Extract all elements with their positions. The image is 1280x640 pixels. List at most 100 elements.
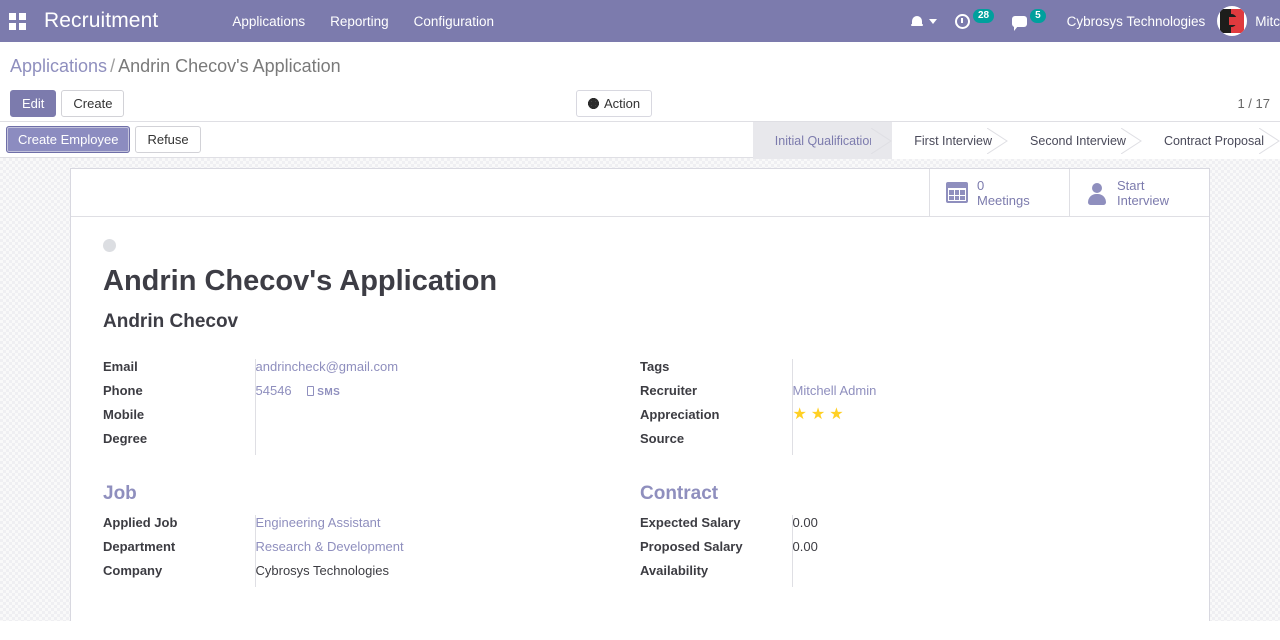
value-department-cell: Research & Development [254, 538, 640, 563]
phone-value[interactable]: 54546 [256, 383, 292, 398]
messaging-button[interactable]: 5 [1003, 0, 1055, 42]
label-availability: Availability [640, 562, 709, 578]
activity-count-badge: 28 [972, 9, 995, 23]
department-value[interactable]: Research & Development [256, 539, 404, 554]
mobile-icon [307, 385, 315, 396]
company-switcher[interactable]: Cybrosys Technologies [1055, 14, 1218, 29]
field-row-proposed-salary: Proposed Salary 0.00 [640, 538, 1177, 563]
star-icon[interactable]: ★ [829, 406, 843, 423]
applied-job-value[interactable]: Engineering Assistant [256, 515, 381, 530]
form-background: 0 Meetings Start Interview Andrin Checov… [0, 158, 1280, 621]
field-row-appreciation: Appreciation ★ ★ ★ [640, 406, 1177, 431]
label-source: Source [640, 430, 685, 446]
field-row-applied-job: Applied Job Engineering Assistant [103, 514, 640, 539]
value-source[interactable] [791, 430, 1177, 455]
breadcrumb-applications-link[interactable]: Applications [10, 56, 107, 76]
apps-menu-button[interactable] [0, 0, 34, 42]
label-degree: Degree [103, 430, 148, 446]
stage-label: Initial Qualification [774, 133, 877, 148]
stage-pipeline: Initial Qualification First Interview Se… [752, 122, 1280, 159]
meetings-smart-button[interactable]: 0 Meetings [929, 169, 1069, 216]
activities-button[interactable]: 28 [946, 0, 1003, 42]
kanban-state-dot[interactable] [103, 239, 116, 252]
partner-name: Andrin Checov [103, 310, 239, 332]
star-icon[interactable]: ★ [811, 406, 825, 423]
start-interview-line2: Interview [1117, 192, 1170, 208]
label-proposed-salary: Proposed Salary [640, 538, 743, 554]
stage-contract-proposal[interactable]: Contract Proposal [1141, 122, 1280, 159]
star-icon[interactable]: ★ [793, 406, 807, 423]
value-proposed-salary[interactable]: 0.00 [791, 538, 1177, 563]
edit-button[interactable]: Edit [10, 89, 57, 117]
chat-icon [1012, 15, 1028, 31]
field-row-expected-salary: Expected Salary 0.00 [640, 514, 1177, 539]
menu-item-reporting[interactable]: Reporting [330, 14, 389, 29]
smart-button-bar: 0 Meetings Start Interview [71, 169, 1209, 217]
value-tags[interactable] [791, 358, 1177, 383]
calendar-icon [946, 182, 968, 203]
sms-button[interactable]: SMS [307, 385, 340, 398]
user-menu[interactable]: Mitc [1217, 6, 1280, 36]
refuse-button[interactable]: Refuse [135, 126, 201, 153]
field-row-recruiter: Recruiter Mitchell Admin [640, 382, 1177, 407]
label-department: Department [103, 538, 176, 554]
value-company[interactable]: Cybrosys Technologies [254, 562, 640, 587]
stage-second-interview[interactable]: Second Interview [1008, 122, 1142, 159]
stage-initial-qualification[interactable]: Initial Qualification [752, 122, 893, 159]
start-interview-smart-button[interactable]: Start Interview [1069, 169, 1209, 216]
chevron-down-icon [928, 18, 937, 24]
job-fields-table: Applied Job Engineering Assistant Depart… [103, 514, 640, 587]
email-value[interactable]: andrincheck@gmail.com [256, 359, 399, 374]
top-navbar: Recruitment Applications Reporting Confi… [0, 0, 1280, 42]
stage-label: Contract Proposal [1163, 133, 1264, 148]
field-row-tags: Tags [640, 358, 1177, 383]
appreciation-stars[interactable]: ★ ★ ★ [793, 406, 848, 423]
contract-fields-table: Expected Salary 0.00 Proposed Salary 0.0… [640, 514, 1177, 587]
value-mobile[interactable] [254, 406, 640, 431]
form-sheet: 0 Meetings Start Interview Andrin Checov… [70, 168, 1210, 621]
notifications-button[interactable] [902, 0, 946, 42]
label-mobile: Mobile [103, 406, 145, 422]
value-email-cell: andrincheck@gmail.com [254, 358, 640, 383]
field-row-source: Source [640, 430, 1177, 455]
job-section-title: Job [103, 482, 137, 504]
control-panel: Edit Create Action 1 / 17 [0, 85, 1280, 121]
field-row-degree: Degree [103, 430, 640, 455]
field-columns: Email andrincheck@gmail.com Phone 54546 … [103, 358, 1177, 621]
meetings-label: Meetings [977, 192, 1030, 208]
label-phone: Phone [103, 382, 143, 398]
create-employee-button[interactable]: Create Employee [6, 126, 131, 153]
value-availability[interactable] [791, 562, 1177, 587]
apps-grid-icon [8, 12, 26, 30]
breadcrumb: Applications / Andrin Checov's Application [0, 42, 1280, 85]
value-expected-salary[interactable]: 0.00 [791, 514, 1177, 539]
left-column: Email andrincheck@gmail.com Phone 54546 … [103, 358, 640, 621]
person-icon [1086, 182, 1108, 205]
menu-item-configuration[interactable]: Configuration [414, 14, 494, 29]
stage-label: First Interview [914, 133, 993, 148]
start-interview-line1: Start [1117, 177, 1145, 193]
action-button-label: Action [604, 95, 641, 111]
field-row-phone: Phone 54546 SMS [103, 382, 640, 407]
stage-first-interview[interactable]: First Interview [892, 122, 1009, 159]
gear-icon [588, 97, 599, 109]
menu-item-applications[interactable]: Applications [232, 14, 305, 29]
field-row-department: Department Research & Development [103, 538, 640, 563]
label-company: Company [103, 562, 163, 578]
pager[interactable]: 1 / 17 [1237, 96, 1270, 111]
label-tags: Tags [640, 358, 670, 374]
contract-section-title: Contract [640, 482, 719, 504]
user-name-label: Mitc [1255, 13, 1280, 29]
recruiter-value[interactable]: Mitchell Admin [793, 383, 877, 398]
user-avatar [1217, 6, 1248, 36]
form-body: Andrin Checov's Application Andrin Checo… [71, 217, 1209, 621]
field-row-email: Email andrincheck@gmail.com [103, 358, 640, 383]
main-menu: Applications Reporting Configuration [232, 14, 494, 29]
label-email: Email [103, 358, 138, 374]
label-recruiter: Recruiter [640, 382, 698, 398]
create-button[interactable]: Create [61, 89, 125, 117]
value-degree[interactable] [254, 430, 640, 455]
status-bar: Create Employee Refuse Initial Qualifica… [0, 121, 1280, 159]
value-appreciation-cell: ★ ★ ★ [791, 406, 1177, 431]
action-button[interactable]: Action [576, 89, 653, 117]
